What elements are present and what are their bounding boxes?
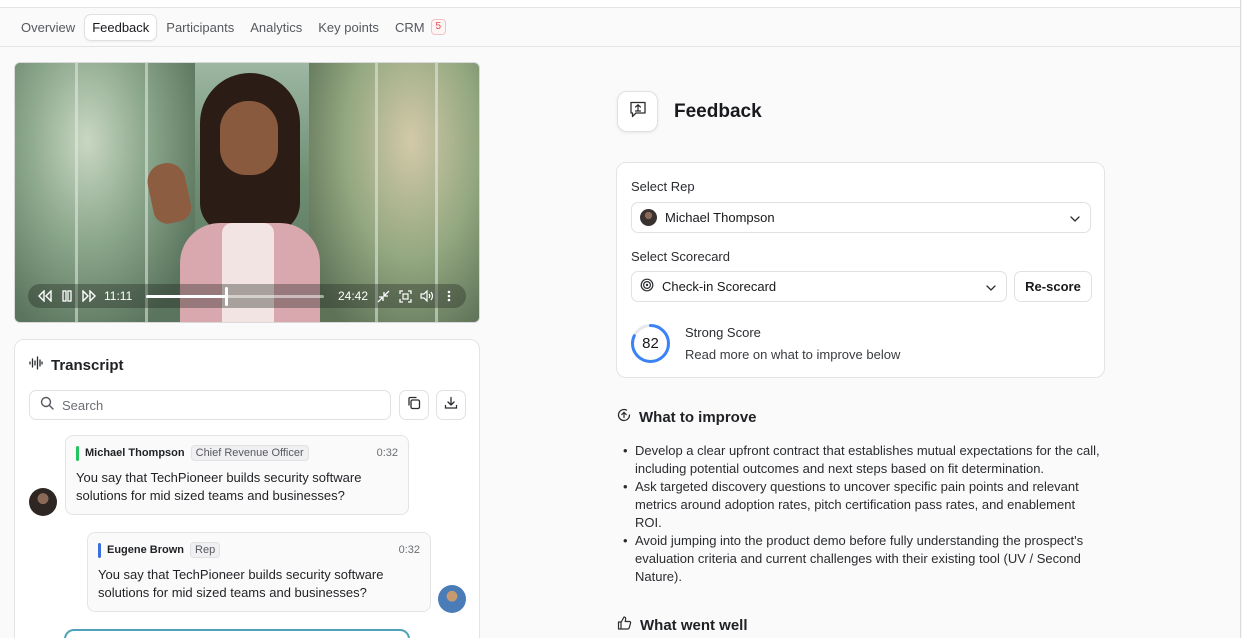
transcript-search[interactable] (29, 390, 391, 420)
section-title: What to improve (639, 408, 757, 426)
score-ring: 82 (630, 323, 671, 364)
tab-participants[interactable]: Participants (159, 15, 241, 40)
speaker-color-bar (76, 445, 79, 461)
video-player[interactable]: 11:11 24:42 (14, 62, 480, 323)
list-item: Avoid jumping into the product demo befo… (623, 532, 1103, 586)
duration: 24:42 (337, 289, 368, 303)
minimize-icon[interactable] (376, 289, 390, 303)
search-icon (40, 396, 54, 415)
select-rep-label: Select Rep (631, 179, 695, 194)
search-input[interactable] (62, 397, 362, 413)
crm-count-badge: 5 (430, 19, 447, 35)
chevron-down-icon (986, 279, 996, 294)
rep-avatar (640, 209, 657, 226)
progress-handle[interactable] (225, 286, 229, 306)
transcript-header: Transcript (29, 356, 124, 374)
message-meta: Michael Thompson Chief Revenue Officer 0… (76, 445, 398, 461)
tab-analytics[interactable]: Analytics (243, 15, 309, 40)
what-to-improve-header: What to improve (617, 408, 757, 426)
section-title: What went well (640, 616, 748, 634)
copy-icon (407, 396, 421, 415)
message-timestamp[interactable]: 0:32 (377, 447, 398, 459)
tab-label: Analytics (250, 19, 303, 35)
speaker-name: Eugene Brown (107, 544, 185, 556)
transcript-message[interactable]: Eugene Brown Rep 0:32 You say that TechP… (87, 532, 431, 612)
more-options-icon[interactable] (442, 289, 456, 303)
copy-button[interactable] (399, 390, 429, 420)
tab-bar: Overview Feedback Participants Analytics… (0, 8, 1240, 47)
transcript-message[interactable]: Michael Thompson Chief Revenue Officer 0… (65, 435, 409, 515)
screenshot-icon[interactable] (398, 289, 412, 303)
score-value: 82 (642, 335, 659, 352)
message-meta: Eugene Brown Rep 0:32 (98, 542, 420, 558)
what-went-well-header: What went well (617, 616, 748, 634)
speaker-name: Michael Thompson (85, 447, 185, 459)
transcript-panel: Transcript Michael Thompson Chief Revenu… (14, 339, 480, 638)
tab-overview[interactable]: Overview (14, 15, 82, 40)
avatar (29, 488, 57, 516)
pause-icon[interactable] (60, 289, 74, 303)
score-subtitle: Read more on what to improve below (685, 347, 901, 362)
tab-label: Feedback (92, 19, 150, 35)
tab-crm[interactable]: CRM 5 (388, 14, 453, 40)
tab-key-points[interactable]: Key points (311, 15, 386, 40)
top-bar (0, 0, 1240, 8)
audio-waveform-icon (29, 356, 43, 374)
speaker-role-badge: Chief Revenue Officer (190, 445, 309, 461)
speaker-face (220, 101, 278, 175)
app-frame: Overview Feedback Participants Analytics… (0, 0, 1241, 638)
tab-label: Overview (21, 19, 76, 35)
score-title: Strong Score (685, 325, 761, 340)
speaker-blouse (222, 223, 274, 322)
chevron-down-icon (1070, 210, 1080, 225)
rep-value: Michael Thompson (665, 210, 775, 225)
video-controls: 11:11 24:42 (28, 284, 466, 308)
improve-icon (617, 408, 631, 426)
tab-label: Key points (318, 19, 379, 35)
message-timestamp[interactable]: 0:32 (399, 544, 420, 556)
tab-feedback[interactable]: Feedback (84, 13, 158, 41)
target-icon (640, 278, 654, 295)
transcript-title: Transcript (51, 356, 124, 374)
message-text: You say that TechPioneer builds security… (98, 567, 384, 600)
select-scorecard-label: Select Scorecard (631, 249, 730, 264)
scorecard-value: Check-in Scorecard (662, 279, 777, 294)
rewind-icon[interactable] (38, 289, 52, 303)
list-item: Ask targeted discovery questions to unco… (623, 478, 1103, 532)
scoring-card: Select Rep Michael Thompson Select Score… (616, 162, 1105, 378)
improvement-list: Develop a clear upfront contract that es… (623, 442, 1103, 586)
progress-fill (146, 294, 227, 298)
avatar (438, 585, 466, 613)
thumbs-up-icon (617, 616, 632, 634)
rep-select[interactable]: Michael Thompson (631, 202, 1091, 233)
volume-icon[interactable] (420, 289, 434, 303)
download-icon (444, 396, 458, 415)
video-progress-bar[interactable] (146, 286, 324, 306)
feedback-title: Feedback (674, 101, 762, 122)
active-transcript-message[interactable] (64, 629, 410, 638)
speaker-role-badge: Rep (190, 542, 221, 558)
speaker-color-bar (98, 542, 101, 558)
fast-forward-icon[interactable] (82, 289, 96, 303)
rescore-button[interactable]: Re-score (1014, 271, 1092, 302)
feedback-icon-tile (617, 91, 658, 132)
scorecard-select[interactable]: Check-in Scorecard (631, 271, 1007, 302)
feedback-icon (629, 101, 647, 123)
current-time: 11:11 (104, 289, 133, 303)
tab-label: Participants (166, 19, 235, 35)
download-button[interactable] (436, 390, 466, 420)
tab-label: CRM (394, 19, 425, 35)
list-item: Develop a clear upfront contract that es… (623, 442, 1103, 478)
message-text: You say that TechPioneer builds security… (76, 470, 362, 503)
